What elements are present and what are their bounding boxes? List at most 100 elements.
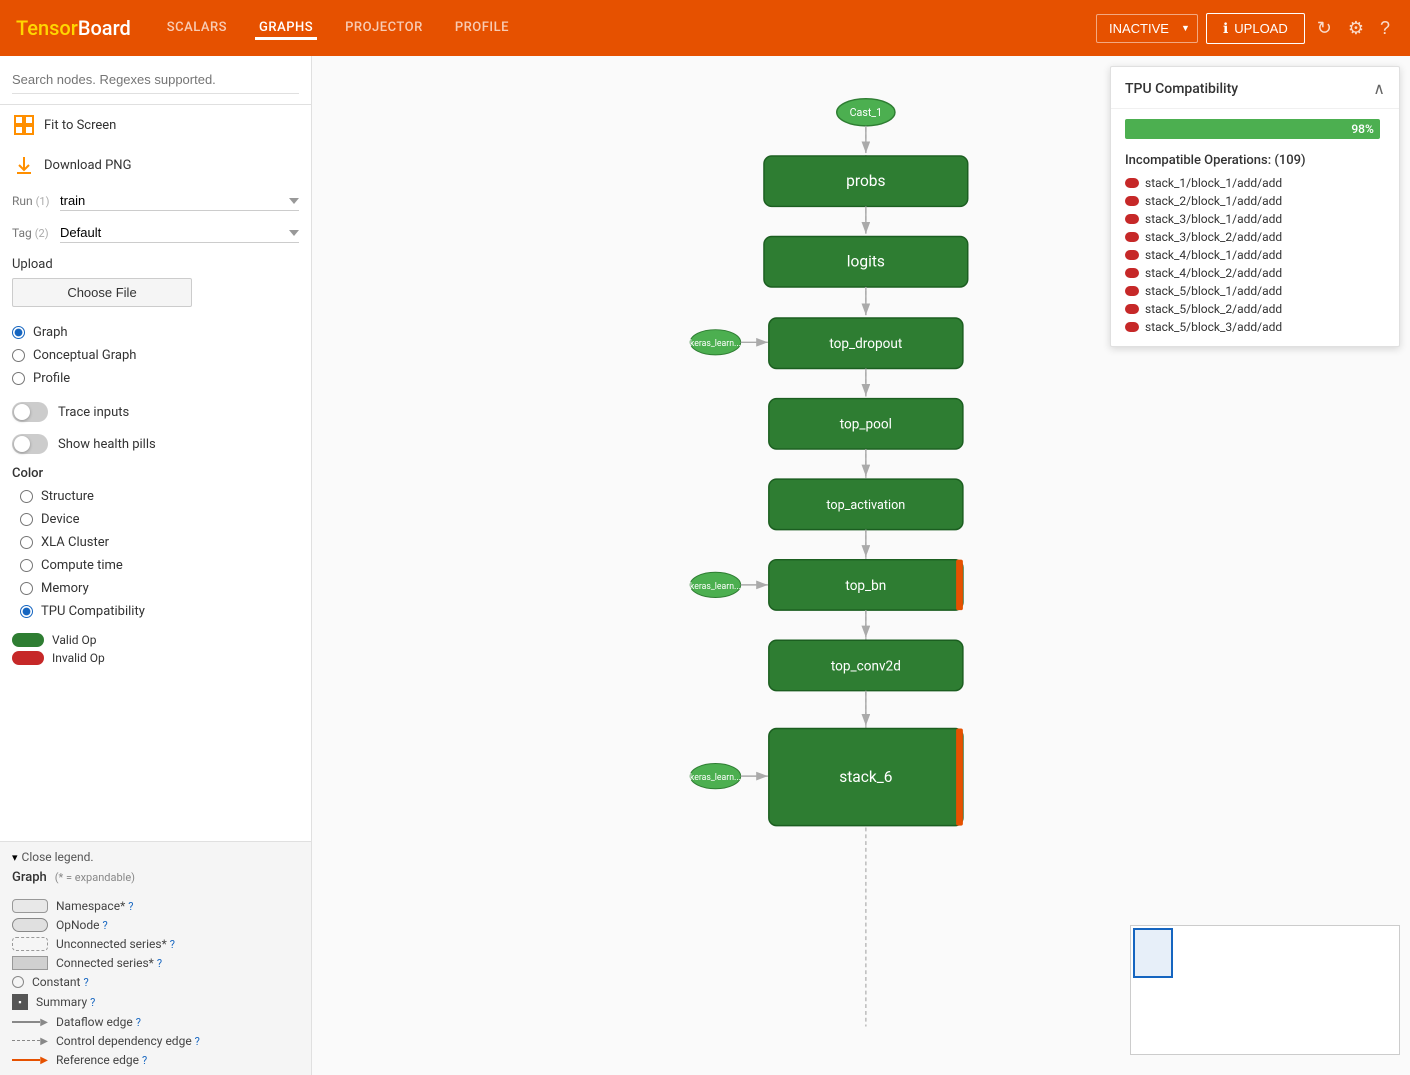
choose-file-button[interactable]: Choose File <box>12 278 192 307</box>
show-health-pills-toggle[interactable] <box>12 434 48 454</box>
tpu-collapse-button[interactable]: ∧ <box>1373 79 1385 98</box>
tag-label: Tag (2) <box>12 226 52 240</box>
tpu-op-name: stack_4/block_1/add/add <box>1145 248 1282 262</box>
legend-control-label: Control dependency edge ? <box>56 1034 200 1048</box>
nav-profile[interactable]: PROFILE <box>451 16 513 40</box>
tpu-op-dot <box>1125 214 1139 224</box>
connected-help-link[interactable]: ? <box>157 957 162 970</box>
legend-dataflow-label: Dataflow edge ? <box>56 1015 141 1029</box>
dataflow-help-link[interactable]: ? <box>136 1016 141 1029</box>
reference-help-link[interactable]: ? <box>142 1054 147 1067</box>
legend-summary-label: Summary ? <box>36 995 95 1009</box>
graph-canvas[interactable]: Cast_1 probs logits keras_learn... top_d… <box>312 56 1410 1075</box>
color-xla-label: XLA Cluster <box>41 535 109 550</box>
legend-graph-title: Graph <box>12 870 47 885</box>
status-wrapper: INACTIVE <box>1096 14 1198 43</box>
legend-opnode-label: OpNode ? <box>56 918 108 932</box>
graph-type-group: Graph Conceptual Graph Profile <box>0 315 311 396</box>
opnode-shape <box>12 918 48 932</box>
unconnected-help-link[interactable]: ? <box>170 938 175 951</box>
svg-text:top_bn: top_bn <box>845 578 886 594</box>
tpu-op-row: stack_3/block_1/add/add <box>1125 212 1385 226</box>
radio-conceptual[interactable]: Conceptual Graph <box>12 344 299 367</box>
tpu-op-row: stack_5/block_2/add/add <box>1125 302 1385 316</box>
download-icon <box>12 153 36 177</box>
legend-expandable-note: (* = expandable) <box>55 871 135 884</box>
radio-profile[interactable]: Profile <box>12 367 299 390</box>
upload-section: Upload Choose File <box>0 249 311 315</box>
tpu-op-dot <box>1125 232 1139 242</box>
show-health-pills-label: Show health pills <box>58 437 156 452</box>
color-memory[interactable]: Memory <box>12 577 299 600</box>
control-help-link[interactable]: ? <box>195 1035 200 1048</box>
color-compute[interactable]: Compute time <box>12 554 299 577</box>
status-select[interactable]: INACTIVE <box>1096 14 1198 43</box>
settings-button[interactable]: ⚙ <box>1344 14 1368 43</box>
color-structure-label: Structure <box>41 489 94 504</box>
color-xla[interactable]: XLA Cluster <box>12 531 299 554</box>
upload-label: Upload <box>12 257 299 272</box>
info-icon: ℹ <box>1223 20 1228 37</box>
search-input[interactable] <box>12 66 299 94</box>
fit-to-screen-label: Fit to Screen <box>44 118 116 133</box>
control-shape: ▶ <box>12 1036 48 1047</box>
show-health-pills-row: Show health pills <box>0 428 311 460</box>
radio-profile-label: Profile <box>33 371 70 386</box>
reference-shape: ▶ <box>12 1055 48 1066</box>
color-structure[interactable]: Structure <box>12 485 299 508</box>
color-memory-label: Memory <box>41 581 89 596</box>
nav-projector[interactable]: PROJECTOR <box>341 16 427 40</box>
fit-to-screen-row[interactable]: Fit to Screen <box>0 105 311 145</box>
tpu-op-name: stack_3/block_2/add/add <box>1145 230 1282 244</box>
nav-graphs[interactable]: GRAPHS <box>255 16 317 40</box>
svg-text:top_pool: top_pool <box>840 417 892 433</box>
legend-reference-label: Reference edge ? <box>56 1053 147 1067</box>
summary-shape: ▪ <box>12 994 28 1010</box>
legend-summary: ▪ Summary ? <box>12 994 299 1010</box>
tag-select[interactable]: Default <box>60 223 299 243</box>
radio-graph[interactable]: Graph <box>12 321 299 344</box>
refresh-button[interactable]: ↻ <box>1313 14 1336 43</box>
legend-namespace-label: Namespace* ? <box>56 899 133 913</box>
color-device[interactable]: Device <box>12 508 299 531</box>
invalid-op-row: Invalid Op <box>12 651 299 665</box>
help-button[interactable]: ? <box>1376 14 1394 43</box>
color-tpu[interactable]: TPU Compatibility <box>12 600 299 623</box>
topbar: TensorBoard SCALARS GRAPHS PROJECTOR PRO… <box>0 0 1410 56</box>
constant-shape <box>12 976 24 988</box>
trace-inputs-toggle[interactable] <box>12 402 48 422</box>
connected-shape <box>12 956 48 970</box>
svg-text:stack_6: stack_6 <box>839 768 892 786</box>
namespace-help-link[interactable]: ? <box>128 900 133 913</box>
color-label: Color <box>12 466 299 481</box>
color-section: Color Structure Device XLA Cluster Compu… <box>0 460 311 629</box>
radio-graph-label: Graph <box>33 325 68 340</box>
upload-button[interactable]: ℹ UPLOAD <box>1206 13 1305 44</box>
dataflow-shape: ▶ <box>12 1017 48 1028</box>
svg-text:top_activation: top_activation <box>826 498 905 513</box>
legend-constant: Constant ? <box>12 975 299 989</box>
op-pills-legend: Valid Op Invalid Op <box>0 629 311 669</box>
radio-conceptual-label: Conceptual Graph <box>33 348 136 363</box>
tpu-incompat-title: Incompatible Operations: (109) <box>1111 149 1399 176</box>
tpu-op-dot <box>1125 286 1139 296</box>
nav-scalars[interactable]: SCALARS <box>163 16 231 40</box>
svg-text:keras_learn...: keras_learn... <box>690 773 741 783</box>
run-select[interactable]: train <box>60 191 299 211</box>
tpu-op-dot <box>1125 268 1139 278</box>
tpu-op-row: stack_5/block_1/add/add <box>1125 284 1385 298</box>
tpu-op-name: stack_5/block_1/add/add <box>1145 284 1282 298</box>
svg-text:top_conv2d: top_conv2d <box>831 658 901 674</box>
trace-inputs-row: Trace inputs <box>0 396 311 428</box>
color-tpu-label: TPU Compatibility <box>41 604 145 619</box>
legend-close-row[interactable]: ▾ Close legend. <box>12 850 299 864</box>
chevron-down-icon: ▾ <box>12 851 18 864</box>
download-png-row[interactable]: Download PNG <box>0 145 311 185</box>
legend-dataflow: ▶ Dataflow edge ? <box>12 1015 299 1029</box>
summary-help-link[interactable]: ? <box>90 996 95 1009</box>
opnode-help-link[interactable]: ? <box>103 919 108 932</box>
constant-help-link[interactable]: ? <box>83 976 88 989</box>
legend-opnode: OpNode ? <box>12 918 299 932</box>
tpu-op-row: stack_3/block_2/add/add <box>1125 230 1385 244</box>
legend-connected: Connected series* ? <box>12 956 299 970</box>
